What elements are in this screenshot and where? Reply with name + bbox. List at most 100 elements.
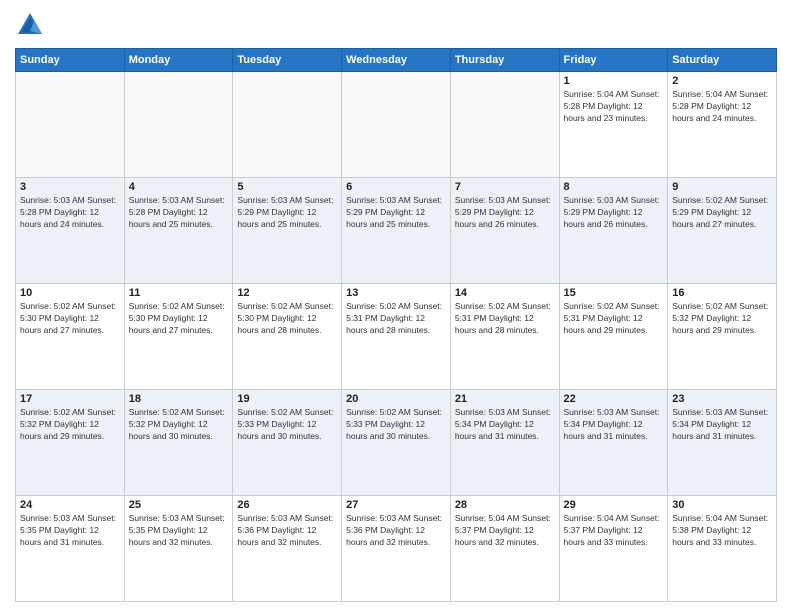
calendar-cell: 1 Sunrise: 5:04 AM Sunset: 5:28 PM Daylig… <box>559 72 668 178</box>
calendar-week-3: 17 Sunrise: 5:02 AM Sunset: 5:32 PM Dayli… <box>16 390 777 496</box>
day-info: Sunrise: 5:03 AM Sunset: 5:35 PM Dayligh… <box>20 513 120 549</box>
day-info: Sunrise: 5:02 AM Sunset: 5:33 PM Dayligh… <box>237 407 337 443</box>
calendar-cell: 29 Sunrise: 5:04 AM Sunset: 5:37 PM Dayli… <box>559 496 668 602</box>
calendar-cell: 18 Sunrise: 5:02 AM Sunset: 5:32 PM Dayli… <box>124 390 233 496</box>
calendar-cell <box>342 72 451 178</box>
day-info: Sunrise: 5:03 AM Sunset: 5:35 PM Dayligh… <box>129 513 229 549</box>
calendar-week-4: 24Sunrise: 5:03 AM Sunset: 5:35 PM Dayli… <box>16 496 777 602</box>
day-info: Sunrise: 5:03 AM Sunset: 5:29 PM Dayligh… <box>346 195 446 231</box>
day-number: 27 <box>346 499 446 511</box>
day-info: Sunrise: 5:04 AM Sunset: 5:37 PM Dayligh… <box>564 513 664 549</box>
day-number: 17 <box>20 393 120 405</box>
day-info: Sunrise: 5:02 AM Sunset: 5:33 PM Dayligh… <box>346 407 446 443</box>
logo <box>15 10 49 40</box>
calendar-cell: 22 Sunrise: 5:03 AM Sunset: 5:34 PM Dayli… <box>559 390 668 496</box>
day-number: 1 <box>564 75 664 87</box>
day-info: Sunrise: 5:04 AM Sunset: 5:28 PM Dayligh… <box>564 89 664 125</box>
day-info: Sunrise: 5:02 AM Sunset: 5:32 PM Dayligh… <box>672 301 772 337</box>
calendar-week-0: 1 Sunrise: 5:04 AM Sunset: 5:28 PM Daylig… <box>16 72 777 178</box>
day-number: 11 <box>129 287 229 299</box>
calendar-cell <box>16 72 125 178</box>
day-header-thursday: Thursday <box>450 49 559 72</box>
calendar-cell: 3 Sunrise: 5:03 AM Sunset: 5:28 PM Daylig… <box>16 178 125 284</box>
calendar-cell: 25 Sunrise: 5:03 AM Sunset: 5:35 PM Dayli… <box>124 496 233 602</box>
day-number: 29 <box>564 499 664 511</box>
calendar-cell: 21 Sunrise: 5:03 AM Sunset: 5:34 PM Dayli… <box>450 390 559 496</box>
calendar-cell: 12 Sunrise: 5:02 AM Sunset: 5:30 PM Dayli… <box>233 284 342 390</box>
calendar-cell: 23Sunrise: 5:03 AM Sunset: 5:34 PM Dayli… <box>668 390 777 496</box>
day-header-wednesday: Wednesday <box>342 49 451 72</box>
calendar-cell: 20 Sunrise: 5:02 AM Sunset: 5:33 PM Dayli… <box>342 390 451 496</box>
calendar-cell: 2 Sunrise: 5:04 AM Sunset: 5:28 PM Daylig… <box>668 72 777 178</box>
day-info: Sunrise: 5:03 AM Sunset: 5:29 PM Dayligh… <box>237 195 337 231</box>
day-number: 22 <box>564 393 664 405</box>
calendar-cell: 15Sunrise: 5:02 AM Sunset: 5:31 PM Dayli… <box>559 284 668 390</box>
day-info: Sunrise: 5:04 AM Sunset: 5:38 PM Dayligh… <box>672 513 772 549</box>
calendar-cell: 27 Sunrise: 5:03 AM Sunset: 5:36 PM Dayli… <box>342 496 451 602</box>
day-number: 6 <box>346 181 446 193</box>
day-header-tuesday: Tuesday <box>233 49 342 72</box>
logo-icon <box>15 10 45 40</box>
calendar-cell: 14 Sunrise: 5:02 AM Sunset: 5:31 PM Dayli… <box>450 284 559 390</box>
day-number: 13 <box>346 287 446 299</box>
calendar-cell: 5Sunrise: 5:03 AM Sunset: 5:29 PM Daylig… <box>233 178 342 284</box>
calendar-cell: 26 Sunrise: 5:03 AM Sunset: 5:36 PM Dayli… <box>233 496 342 602</box>
day-header-sunday: Sunday <box>16 49 125 72</box>
day-number: 19 <box>237 393 337 405</box>
day-info: Sunrise: 5:02 AM Sunset: 5:30 PM Dayligh… <box>129 301 229 337</box>
day-number: 8 <box>564 181 664 193</box>
day-info: Sunrise: 5:02 AM Sunset: 5:31 PM Dayligh… <box>455 301 555 337</box>
day-info: Sunrise: 5:03 AM Sunset: 5:29 PM Dayligh… <box>564 195 664 231</box>
calendar-cell: 30 Sunrise: 5:04 AM Sunset: 5:38 PM Dayli… <box>668 496 777 602</box>
calendar-cell: 6 Sunrise: 5:03 AM Sunset: 5:29 PM Daylig… <box>342 178 451 284</box>
day-info: Sunrise: 5:02 AM Sunset: 5:31 PM Dayligh… <box>346 301 446 337</box>
day-number: 20 <box>346 393 446 405</box>
day-number: 12 <box>237 287 337 299</box>
calendar-cell: 16Sunrise: 5:02 AM Sunset: 5:32 PM Dayli… <box>668 284 777 390</box>
day-number: 10 <box>20 287 120 299</box>
calendar-cell <box>233 72 342 178</box>
day-number: 7 <box>455 181 555 193</box>
day-info: Sunrise: 5:03 AM Sunset: 5:34 PM Dayligh… <box>564 407 664 443</box>
day-info: Sunrise: 5:04 AM Sunset: 5:37 PM Dayligh… <box>455 513 555 549</box>
calendar-table: SundayMondayTuesdayWednesdayThursdayFrid… <box>15 48 777 602</box>
calendar-cell: 7 Sunrise: 5:03 AM Sunset: 5:29 PM Daylig… <box>450 178 559 284</box>
day-info: Sunrise: 5:02 AM Sunset: 5:30 PM Dayligh… <box>237 301 337 337</box>
calendar-week-2: 10 Sunrise: 5:02 AM Sunset: 5:30 PM Dayli… <box>16 284 777 390</box>
day-number: 30 <box>672 499 772 511</box>
day-info: Sunrise: 5:03 AM Sunset: 5:34 PM Dayligh… <box>672 407 772 443</box>
day-number: 21 <box>455 393 555 405</box>
day-info: Sunrise: 5:03 AM Sunset: 5:36 PM Dayligh… <box>346 513 446 549</box>
day-info: Sunrise: 5:02 AM Sunset: 5:32 PM Dayligh… <box>129 407 229 443</box>
day-info: Sunrise: 5:02 AM Sunset: 5:29 PM Dayligh… <box>672 195 772 231</box>
day-header-monday: Monday <box>124 49 233 72</box>
calendar-week-1: 3 Sunrise: 5:03 AM Sunset: 5:28 PM Daylig… <box>16 178 777 284</box>
calendar-header-row: SundayMondayTuesdayWednesdayThursdayFrid… <box>16 49 777 72</box>
header <box>15 10 777 40</box>
calendar-cell: 28Sunrise: 5:04 AM Sunset: 5:37 PM Dayli… <box>450 496 559 602</box>
day-number: 14 <box>455 287 555 299</box>
calendar-cell: 11 Sunrise: 5:02 AM Sunset: 5:30 PM Dayli… <box>124 284 233 390</box>
calendar-cell: 9 Sunrise: 5:02 AM Sunset: 5:29 PM Daylig… <box>668 178 777 284</box>
day-info: Sunrise: 5:03 AM Sunset: 5:28 PM Dayligh… <box>20 195 120 231</box>
calendar-cell: 10 Sunrise: 5:02 AM Sunset: 5:30 PM Dayli… <box>16 284 125 390</box>
day-number: 9 <box>672 181 772 193</box>
day-number: 18 <box>129 393 229 405</box>
day-info: Sunrise: 5:02 AM Sunset: 5:30 PM Dayligh… <box>20 301 120 337</box>
calendar-cell: 8 Sunrise: 5:03 AM Sunset: 5:29 PM Daylig… <box>559 178 668 284</box>
day-header-saturday: Saturday <box>668 49 777 72</box>
day-info: Sunrise: 5:03 AM Sunset: 5:34 PM Dayligh… <box>455 407 555 443</box>
calendar-cell <box>450 72 559 178</box>
day-info: Sunrise: 5:03 AM Sunset: 5:36 PM Dayligh… <box>237 513 337 549</box>
day-number: 26 <box>237 499 337 511</box>
day-number: 3 <box>20 181 120 193</box>
calendar-cell: 17Sunrise: 5:02 AM Sunset: 5:32 PM Dayli… <box>16 390 125 496</box>
day-info: Sunrise: 5:03 AM Sunset: 5:28 PM Dayligh… <box>129 195 229 231</box>
day-info: Sunrise: 5:03 AM Sunset: 5:29 PM Dayligh… <box>455 195 555 231</box>
calendar-cell: 4Sunrise: 5:03 AM Sunset: 5:28 PM Daylig… <box>124 178 233 284</box>
calendar-cell: 24Sunrise: 5:03 AM Sunset: 5:35 PM Dayli… <box>16 496 125 602</box>
day-number: 25 <box>129 499 229 511</box>
page: SundayMondayTuesdayWednesdayThursdayFrid… <box>0 0 792 612</box>
day-info: Sunrise: 5:04 AM Sunset: 5:28 PM Dayligh… <box>672 89 772 125</box>
day-number: 2 <box>672 75 772 87</box>
